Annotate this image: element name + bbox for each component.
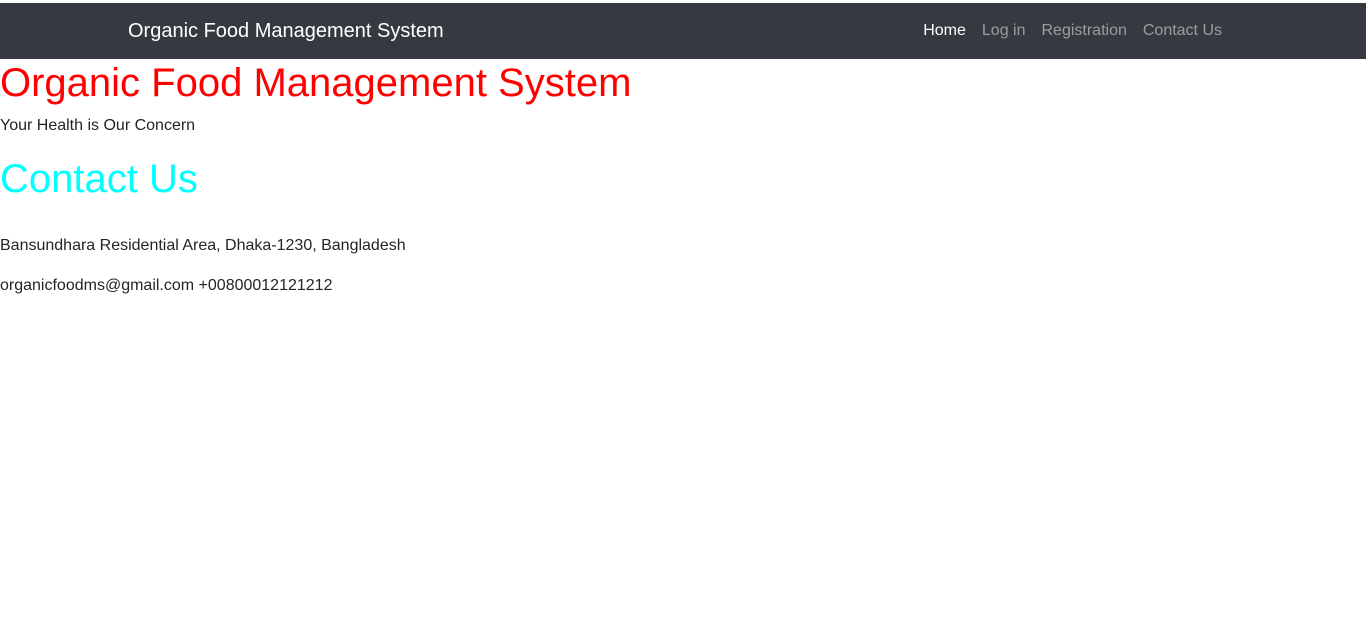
navbar-brand[interactable]: Organic Food Management System bbox=[128, 3, 444, 59]
nav-link-login[interactable]: Log in bbox=[974, 22, 1034, 40]
contact-details: organicfoodms@gmail.com +00800012121212 bbox=[0, 276, 332, 296]
tagline: Your Health is Our Concern bbox=[0, 117, 196, 134]
page-title: Organic Food Management System bbox=[0, 61, 632, 105]
nav-link-contact-us[interactable]: Contact Us bbox=[1135, 22, 1230, 40]
contact-email: organicfoodms@gmail.com bbox=[0, 277, 195, 294]
contact-heading: Contact Us bbox=[0, 157, 198, 201]
top-navbar: Organic Food Management System Home Log … bbox=[0, 3, 1366, 59]
nav-link-home[interactable]: Home bbox=[915, 22, 974, 40]
contact-address: Bansundhara Residential Area, Dhaka-1230… bbox=[0, 237, 406, 254]
nav-links: Home Log in Registration Contact Us bbox=[915, 3, 1230, 59]
nav-link-registration[interactable]: Registration bbox=[1033, 22, 1134, 40]
contact-phone: +00800012121212 bbox=[198, 277, 333, 294]
